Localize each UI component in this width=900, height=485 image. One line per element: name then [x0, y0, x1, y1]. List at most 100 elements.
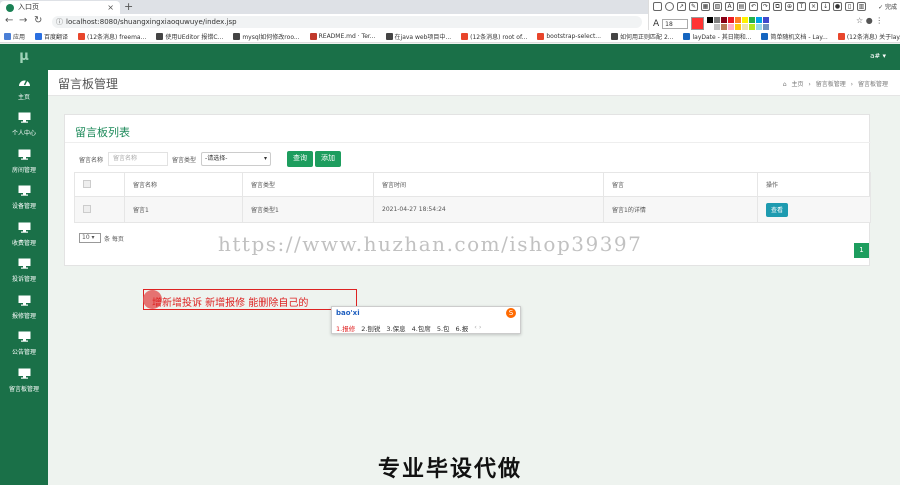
- breadcrumb-home[interactable]: 主页: [791, 81, 803, 88]
- close-icon[interactable]: ×: [809, 2, 818, 11]
- ocr-icon[interactable]: T: [797, 2, 806, 11]
- color-swatch[interactable]: [742, 17, 749, 23]
- sidebar-item[interactable]: 留言板管理: [0, 362, 48, 399]
- bookmark-item[interactable]: mysql如何修改roo...: [233, 32, 300, 41]
- color-swatch[interactable]: [714, 17, 721, 23]
- bookmark-label: 百度翻译: [44, 33, 69, 41]
- color-swatch[interactable]: [763, 17, 770, 23]
- type-filter-select[interactable]: -请选择- ▾: [201, 152, 272, 166]
- sidebar-item[interactable]: 个人中心: [0, 107, 48, 144]
- tab-title: 入口页: [18, 3, 39, 11]
- breadcrumb-section[interactable]: 留言板管理: [816, 81, 846, 88]
- select-all-checkbox[interactable]: [83, 179, 91, 188]
- bookmark-favicon-icon: [837, 32, 845, 40]
- browser-tab[interactable]: 入口页 ×: [0, 1, 120, 14]
- arrow-tool-icon[interactable]: ↗: [677, 2, 686, 11]
- add-button[interactable]: 添加: [315, 151, 342, 167]
- site-info-icon[interactable]: ⓘ: [56, 16, 63, 28]
- search-button[interactable]: 查询: [287, 151, 314, 167]
- cell-content: 留言1的详情: [603, 196, 758, 223]
- annotation-text-box[interactable]: 增新增投诉 新增报修 能删除自己的: [143, 289, 357, 310]
- color-swatch[interactable]: [721, 17, 728, 23]
- ime-page-nav[interactable]: ‹ ›: [474, 323, 481, 333]
- mosaic-tool-icon[interactable]: ▦: [701, 2, 710, 11]
- color-swatch[interactable]: [728, 17, 735, 23]
- phone-icon[interactable]: ▯: [845, 2, 854, 11]
- breadcrumb-current: 留言板管理: [857, 81, 888, 88]
- back-icon[interactable]: ←: [5, 15, 13, 26]
- ime-candidate[interactable]: 2.刨锐: [361, 323, 380, 333]
- page-title: 留言板管理: [58, 77, 119, 91]
- bookmark-item[interactable]: 百度翻译: [35, 32, 68, 41]
- bookmark-item[interactable]: 应用: [4, 32, 25, 41]
- ime-composition: bao'xi: [336, 309, 360, 317]
- done-button[interactable]: ✓ 完成: [878, 2, 897, 11]
- name-filter-input[interactable]: 留言名称: [108, 152, 169, 166]
- tab-close-icon[interactable]: ×: [107, 1, 114, 14]
- url-text: localhost:8080/shuangxingxiaoquwuye/inde…: [66, 18, 237, 26]
- bookmark-item[interactable]: README.md · Ter...: [309, 32, 376, 40]
- user-menu[interactable]: a# ▾: [870, 52, 886, 60]
- bookmark-item[interactable]: 如何用正则匹配 2...: [611, 32, 673, 41]
- color-swatch[interactable]: [749, 17, 756, 23]
- annotation-text: 增新增投诉 新增报修 能删除自己的: [152, 298, 309, 309]
- bookmark-favicon-icon: [35, 32, 43, 40]
- ime-candidates: 1.报修 2.刨锐 3.保息 4.包席 5.包 6.报 ‹ ›: [336, 323, 481, 333]
- page-size-select[interactable]: 10 ▾: [79, 233, 101, 243]
- sidebar-item[interactable]: 投诉管理: [0, 253, 48, 290]
- app-header: μ a# ▾: [0, 44, 900, 70]
- reload-icon[interactable]: ↻: [34, 15, 42, 26]
- forward-icon[interactable]: →: [19, 15, 27, 26]
- save-icon[interactable]: ↓: [821, 2, 830, 11]
- bookmark-item[interactable]: bootstrap-select...: [537, 32, 601, 40]
- ellipse-tool-icon[interactable]: [665, 2, 674, 11]
- sidebar-item-label: 留言板管理: [8, 385, 39, 393]
- bookmark-item[interactable]: layDate - 其日期和...: [683, 32, 751, 41]
- pin-icon[interactable]: ⊕: [785, 2, 794, 11]
- profile-icon[interactable]: ☆ ● ⋮: [856, 16, 883, 25]
- bookmark-item[interactable]: 使用UEditor 报错C...: [156, 32, 223, 41]
- bookmark-item[interactable]: 简单随机文档 - Lay...: [761, 32, 828, 41]
- current-color-swatch[interactable]: [691, 17, 705, 30]
- sidebar-item[interactable]: 设备管理: [0, 180, 48, 217]
- color-swatch[interactable]: [756, 17, 763, 23]
- sidebar-item-label: 个人中心: [11, 130, 36, 138]
- ime-candidate[interactable]: 4.包席: [412, 323, 431, 333]
- ime-candidate[interactable]: 6.报: [456, 323, 469, 333]
- font-size-select[interactable]: 18: [662, 18, 689, 29]
- sidebar-item[interactable]: 公告管理: [0, 326, 48, 363]
- page-number-button[interactable]: 1: [854, 243, 869, 258]
- sidebar-item[interactable]: 报修管理: [0, 289, 48, 326]
- bookmark-item[interactable]: (12条消息) root of...: [461, 32, 527, 41]
- url-field[interactable]: ⓘ localhost:8080/shuangxingxiaoquwuye/in…: [52, 16, 642, 28]
- page-size-suffix: 条 每页: [104, 235, 124, 243]
- copy-icon[interactable]: ⧉: [773, 2, 782, 11]
- blur-tool-icon[interactable]: ▧: [713, 2, 722, 11]
- redo-icon[interactable]: ↷: [761, 2, 770, 11]
- ime-candidate[interactable]: 1.报修: [336, 323, 355, 333]
- color-swatch[interactable]: [707, 17, 714, 23]
- color-palette[interactable]: [707, 17, 770, 30]
- bookmark-item[interactable]: 在java web项目中...: [385, 32, 451, 41]
- new-tab-icon[interactable]: +: [124, 0, 133, 13]
- ime-candidate-window: bao'xi S 1.报修 2.刨锐 3.保息 4.包席 5.包 6.报 ‹ ›: [331, 306, 521, 334]
- sidebar-item-label: 投诉管理: [11, 276, 36, 284]
- undo-icon[interactable]: ↶: [749, 2, 758, 11]
- pen-tool-icon[interactable]: ✎: [689, 2, 698, 11]
- layout-icon[interactable]: ▥: [857, 2, 866, 11]
- bookmark-item[interactable]: (12条消息) freema...: [78, 32, 146, 41]
- text-tool-icon[interactable]: A: [725, 2, 734, 11]
- view-button[interactable]: 查看: [766, 202, 789, 217]
- rectangle-tool-icon[interactable]: [653, 2, 662, 11]
- sidebar-item[interactable]: 收费管理: [0, 216, 48, 253]
- sidebar-item[interactable]: 房间管理: [0, 143, 48, 180]
- highlight-tool-icon[interactable]: ▤: [737, 2, 746, 11]
- home-icon: ⌂: [782, 81, 787, 88]
- row-checkbox[interactable]: [83, 204, 91, 213]
- color-swatch[interactable]: [735, 17, 742, 23]
- ime-candidate[interactable]: 3.保息: [386, 323, 405, 333]
- sidebar-item[interactable]: 主页: [0, 70, 48, 107]
- record-icon[interactable]: ●: [833, 2, 842, 11]
- ime-candidate[interactable]: 5.包: [437, 323, 450, 333]
- bookmark-item[interactable]: (12条消息) 关于lay...: [837, 32, 900, 41]
